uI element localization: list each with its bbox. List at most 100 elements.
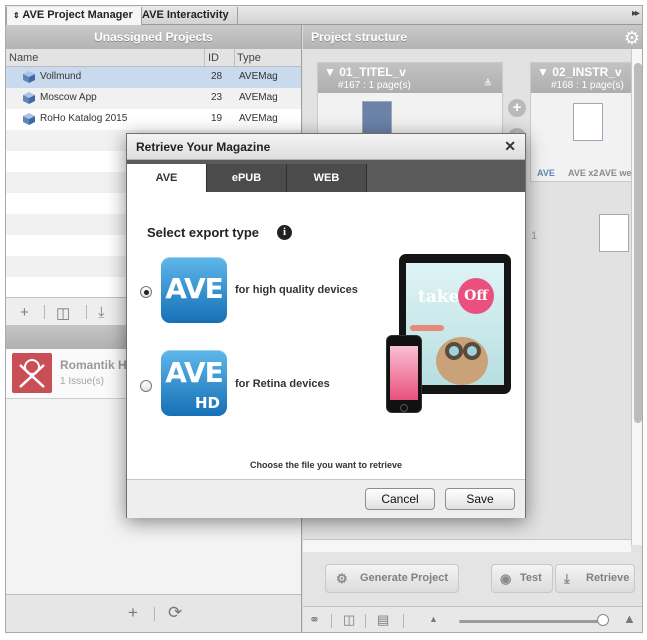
radio-ave-hd[interactable] [140, 380, 152, 392]
project-cube-icon [23, 71, 35, 83]
sort-arrows-icon: ⇕ [13, 11, 20, 20]
structure-info: #167 : 1 page(s) [338, 80, 411, 91]
panel-title: Unassigned Projects [6, 25, 301, 49]
tab-project-manager[interactable]: ⇕ AVE Project Manager [6, 7, 142, 25]
column-header-type[interactable]: Type [237, 52, 261, 64]
dialog-footer: Cancel Save [127, 479, 525, 518]
add-icon[interactable]: + [128, 603, 138, 623]
toolbar-divider [154, 607, 155, 621]
eye-icon: ◉ [500, 571, 512, 586]
right-bottom-toolbar: ⚭ ◫ ▤ ▲ ▲ [303, 606, 642, 632]
button-label: Test [520, 572, 542, 584]
structure-card[interactable]: ▼ 02_INSTR_v #168 : 1 page(s) [530, 62, 633, 182]
magazine-title: take [418, 287, 460, 307]
zoom-slider[interactable] [459, 620, 605, 623]
panel-title: Project structure [303, 25, 642, 49]
row-name: RoHo Katalog 2015 [40, 113, 128, 124]
app-window: ⇕ AVE Project Manager AVE Interactivity … [5, 5, 643, 633]
logo-subtext: HD [194, 394, 220, 412]
new-folder-icon[interactable]: ◫ [56, 304, 70, 322]
table-header: Name ID Type [6, 49, 301, 67]
choose-file-hint: Choose the file you want to retrieve [249, 460, 403, 470]
gear-icon: ⚙ [336, 571, 348, 586]
row-type: AVEMag [239, 113, 278, 124]
scrollbar-thumb[interactable] [634, 63, 642, 423]
structure-card-header: ▼ 01_TITEL_v #167 : 1 page(s) ≜ [318, 63, 502, 93]
logo-text: AVE [165, 356, 224, 389]
button-label: Retrieve [586, 572, 630, 584]
partial-label: 1 [531, 230, 538, 242]
left-bottom-toolbar: + ⟳ [6, 594, 301, 632]
phone-image [386, 335, 422, 413]
vertical-scrollbar[interactable] [631, 49, 642, 545]
ave-hd-logo-icon[interactable]: AVE HD [161, 350, 227, 416]
collapse-icon[interactable]: ▼ [537, 65, 549, 79]
package-icon[interactable]: ◫ [343, 612, 355, 628]
ave-export-icon[interactable]: AVE [537, 168, 555, 178]
option-label: for high quality devices [235, 284, 358, 296]
horizontal-scrollbar[interactable] [303, 539, 631, 552]
tab-web[interactable]: WEB [287, 164, 367, 192]
radio-ave[interactable] [140, 286, 152, 298]
dialog-title: Retrieve Your Magazine [136, 140, 271, 154]
tab-label: AVE Project Manager [22, 9, 133, 21]
tab-strip: ⇕ AVE Project Manager AVE Interactivity … [6, 6, 642, 25]
toolbar-divider [44, 305, 45, 319]
download-icon[interactable]: ⤓ [98, 304, 105, 321]
row-id: 28 [211, 71, 223, 82]
generate-project-button[interactable]: ⚙ Generate Project [325, 564, 459, 593]
issue-title: Romantik H [60, 358, 127, 372]
add-icon[interactable]: + [20, 304, 29, 321]
list-menu-icon[interactable]: ≜ [484, 79, 492, 90]
page-settings-icon[interactable]: ▤ [377, 612, 389, 628]
save-button[interactable]: Save [445, 488, 515, 510]
issue-count: 1 Issue(s) [60, 376, 104, 387]
button-label: Generate Project [360, 572, 449, 584]
table-row[interactable]: RoHo Katalog 2015 19 AVEMag [6, 109, 301, 130]
toolbar-divider [365, 614, 366, 628]
zoom-slider-knob[interactable] [597, 614, 609, 626]
project-cube-icon [23, 92, 35, 104]
column-divider [204, 49, 205, 67]
structure-name: 01_TITEL_v [339, 65, 406, 79]
add-page-icon[interactable]: + [508, 99, 526, 117]
structure-name: 02_INSTR_v [552, 65, 622, 79]
gear-icon[interactable]: ⚙ [624, 28, 640, 49]
cancel-button[interactable]: Cancel [365, 488, 435, 510]
phone-screen [390, 346, 418, 400]
restaurant-logo-icon [12, 353, 52, 393]
ave-x2-export-icon[interactable]: AVE x2 [568, 168, 598, 178]
select-export-title: Select export type [147, 225, 259, 240]
tab-ave[interactable]: AVE [127, 164, 207, 192]
close-icon[interactable]: ✕ [504, 138, 516, 155]
row-name: Moscow App [40, 92, 97, 103]
refresh-icon[interactable]: ⟳ [168, 603, 182, 623]
test-button[interactable]: ◉ Test [491, 564, 553, 593]
retrieve-button[interactable]: ⤓ Retrieve [555, 564, 635, 593]
tab-epub[interactable]: ePUB [207, 164, 287, 192]
column-divider [234, 49, 235, 67]
project-cube-icon [23, 113, 35, 125]
table-row[interactable]: Vollmund 28 AVEMag [6, 67, 301, 88]
collapse-icon[interactable]: ▼ [324, 65, 336, 79]
expand-panel-icon[interactable]: ▸▸ [632, 8, 640, 19]
page-thumbnail[interactable] [573, 103, 603, 141]
download-icon: ⤓ [564, 571, 570, 586]
zoom-large-icon: ▲ [623, 611, 636, 626]
column-header-name[interactable]: Name [9, 52, 38, 64]
link-icon[interactable]: ⚭ [309, 612, 320, 628]
column-header-id[interactable]: ID [208, 52, 219, 64]
ave-logo-icon[interactable]: AVE [161, 257, 227, 323]
home-button-icon [400, 404, 408, 412]
page-thumbnail[interactable] [599, 214, 629, 252]
row-type: AVEMag [239, 71, 278, 82]
table-row[interactable]: Moscow App 23 AVEMag [6, 88, 301, 109]
retrieve-magazine-dialog: Retrieve Your Magazine ✕ AVE ePUB WEB Se… [126, 133, 526, 518]
structure-info: #168 : 1 page(s) [551, 80, 624, 91]
info-icon[interactable]: i [277, 225, 292, 240]
tab-interactivity[interactable]: AVE Interactivity [136, 7, 238, 25]
project-actions: ⚙ Generate Project ◉ Test ⤓ Retrieve [303, 552, 642, 606]
row-id: 23 [211, 92, 223, 103]
dialog-titlebar: Retrieve Your Magazine ✕ [127, 134, 525, 160]
row-type: AVEMag [239, 92, 278, 103]
